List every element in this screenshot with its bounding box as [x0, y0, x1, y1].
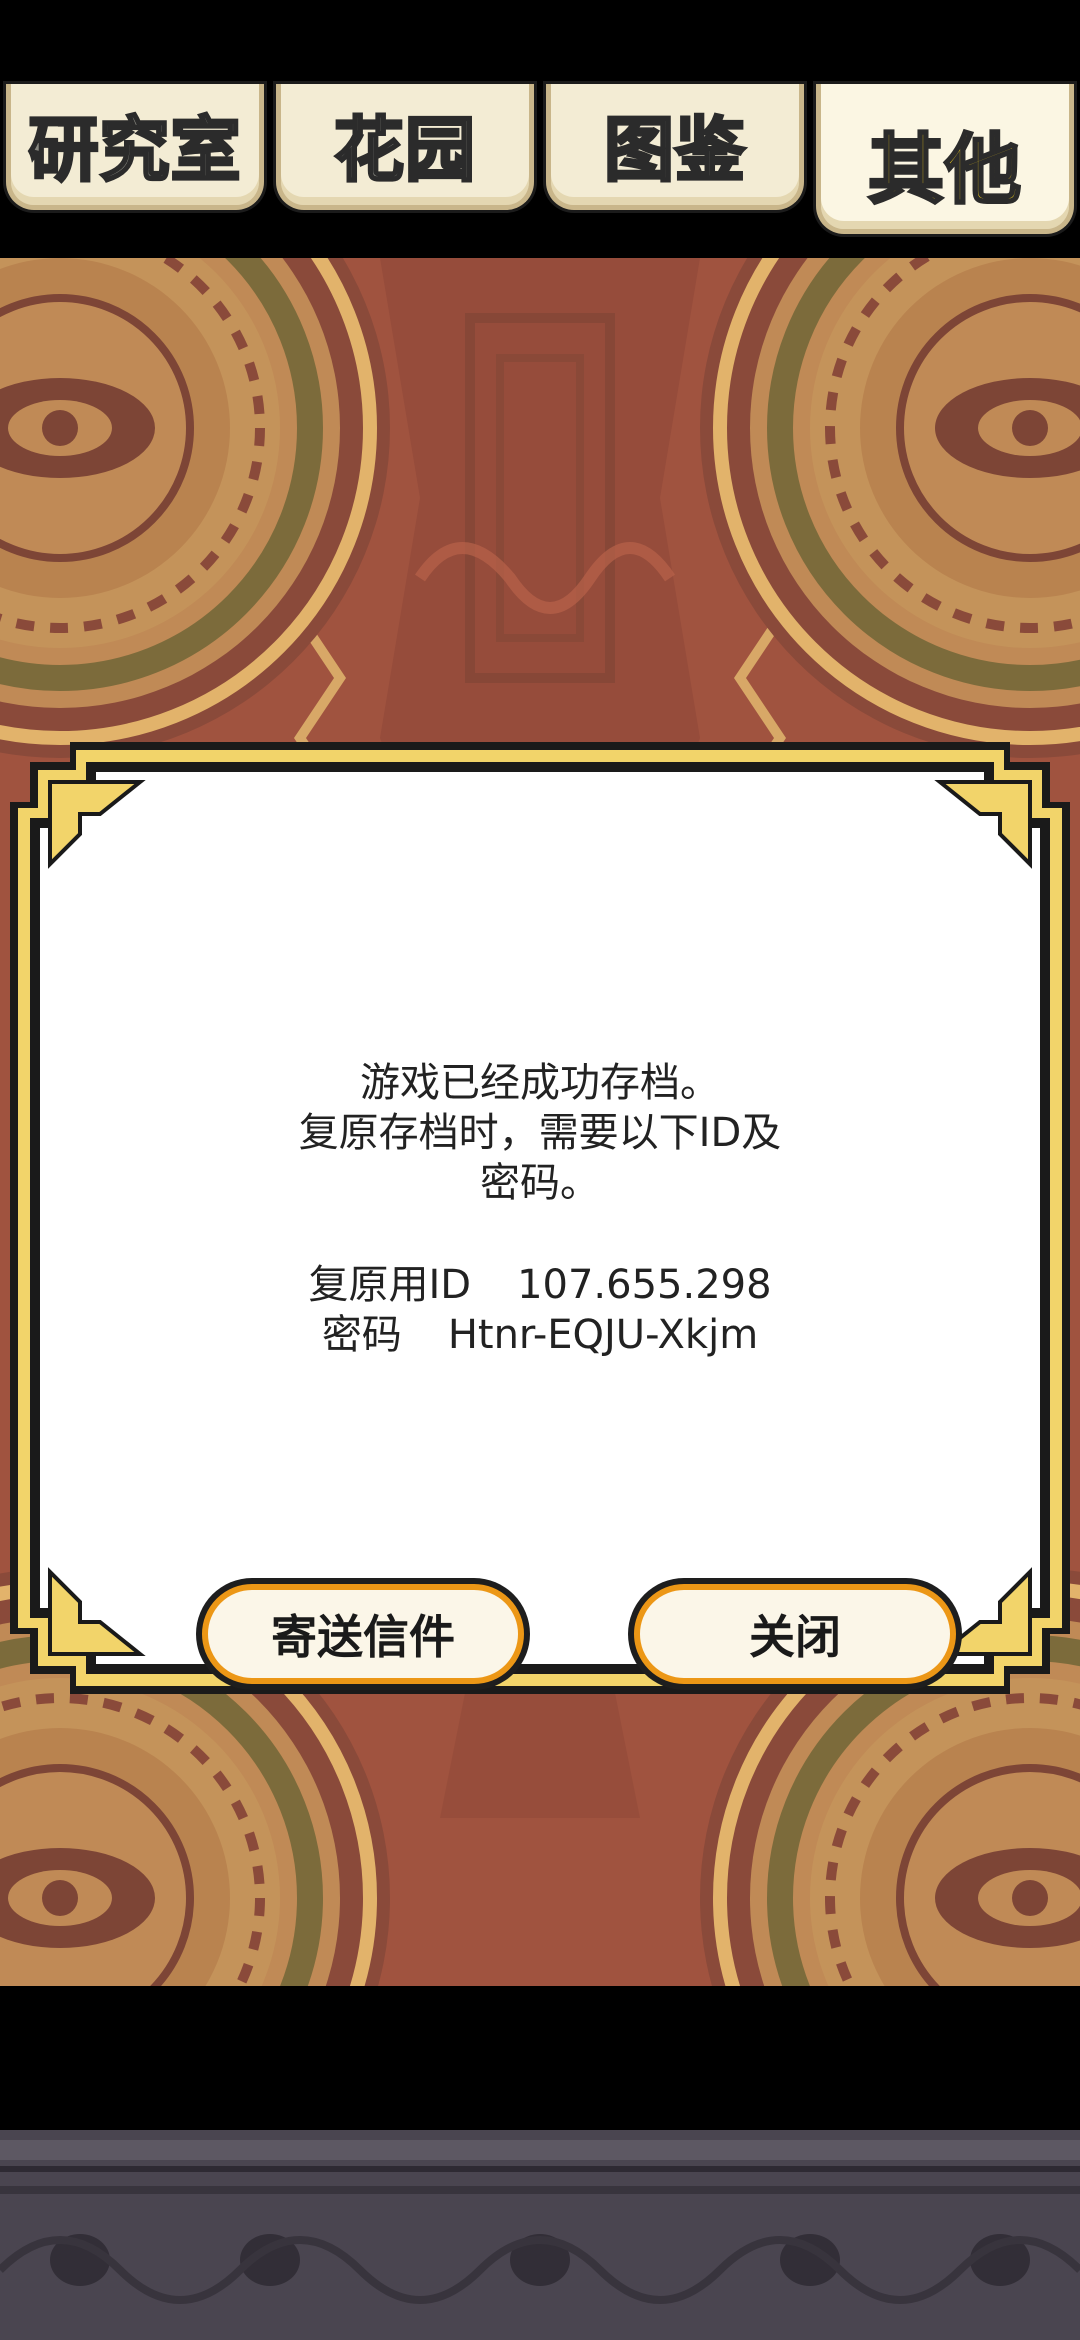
- restore-id-row: 复原用ID 107.655.298: [50, 1260, 1030, 1310]
- password-label: 密码: [321, 1312, 402, 1358]
- bottom-frieze-decoration: [0, 2130, 1080, 2340]
- tab-label: 花园: [333, 108, 477, 191]
- top-tab-bar: 研究室 花园 图鉴 其他: [0, 0, 1080, 258]
- tab-other[interactable]: 其他: [816, 84, 1074, 234]
- send-mail-button-label: 寄送信件: [271, 1610, 455, 1664]
- close-button-label: 关闭: [749, 1610, 841, 1664]
- tab-laboratory[interactable]: 研究室: [6, 84, 264, 210]
- tab-label: 其他: [867, 124, 1023, 214]
- password-value: Htnr-EQJU-Xkjm: [447, 1312, 759, 1358]
- message-line: 密码。: [480, 1160, 600, 1206]
- bottom-spacer: [0, 1986, 1080, 2130]
- tab-encyclopedia[interactable]: 图鉴: [546, 84, 804, 210]
- restore-id-label: 复原用ID: [308, 1262, 472, 1308]
- tab-garden[interactable]: 花园: [276, 84, 534, 210]
- message-line: 游戏已经成功存档。: [360, 1060, 720, 1106]
- tab-label: 图鉴: [603, 108, 747, 191]
- close-button-face: 关闭: [634, 1584, 956, 1684]
- dialog-body: 游戏已经成功存档。 复原存档时，需要以下ID及 密码。 复原用ID 107.655…: [50, 782, 1030, 1690]
- credentials-block: 复原用ID 107.655.298 密码 Htnr-EQJU-Xkjm: [50, 1260, 1030, 1360]
- password-row: 密码 Htnr-EQJU-Xkjm: [50, 1310, 1030, 1360]
- send-mail-button-face: 寄送信件: [202, 1584, 524, 1684]
- tab-label: 研究室: [27, 108, 242, 191]
- save-message: 游戏已经成功存档。 复原存档时，需要以下ID及 密码。: [50, 1058, 1030, 1208]
- game-screen: 研究室 花园 图鉴 其他 游戏已经成功存档。 复原存档时，需要以下ID及 密码。…: [0, 0, 1080, 2340]
- restore-id-value: 107.655.298: [517, 1262, 772, 1308]
- message-line: 复原存档时，需要以下ID及: [298, 1110, 782, 1156]
- send-mail-button[interactable]: 寄送信件: [196, 1578, 530, 1690]
- close-button[interactable]: 关闭: [628, 1578, 962, 1690]
- save-success-dialog: 游戏已经成功存档。 复原存档时，需要以下ID及 密码。 复原用ID 107.655…: [10, 742, 1070, 1694]
- frieze-pattern: [0, 2130, 1080, 2340]
